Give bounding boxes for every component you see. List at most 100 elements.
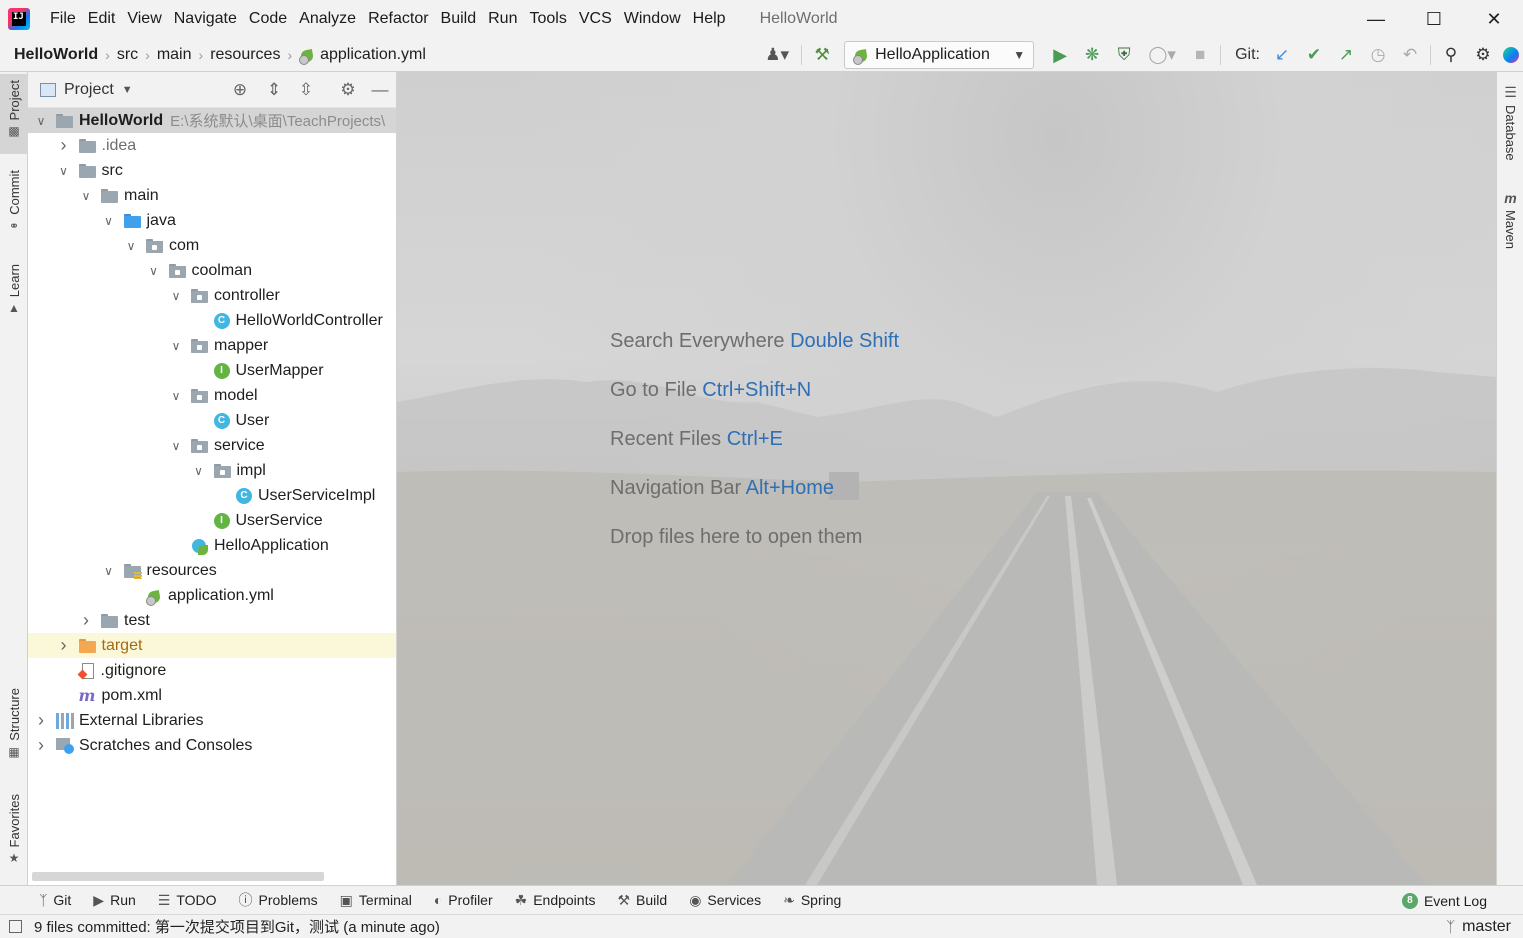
chevron-right-icon[interactable]: › <box>34 735 48 756</box>
chevron-down-icon[interactable]: ∨ <box>192 464 206 478</box>
breadcrumb-src[interactable]: src <box>117 46 138 64</box>
run-with-coverage-icon[interactable]: ⛨ <box>1108 41 1140 69</box>
bottom-tab-run[interactable]: ▶ Run <box>82 886 146 915</box>
horizontal-scrollbar[interactable] <box>32 872 324 881</box>
tree-item[interactable]: ›CHelloWorldController <box>28 308 396 333</box>
tree-item[interactable]: ›mpom.xml <box>28 683 396 708</box>
chevron-down-icon[interactable]: ∨ <box>169 289 183 303</box>
tree-item[interactable]: ∨ coolman <box>28 258 396 283</box>
git-update-icon[interactable]: ↙ <box>1266 41 1298 69</box>
maximize-button[interactable]: ☐ <box>1405 0 1463 38</box>
menu-analyze[interactable]: Analyze <box>293 10 362 28</box>
bottom-tab-endpoints[interactable]: ☘ Endpoints <box>504 886 607 915</box>
tree-item[interactable]: ∨ impl <box>28 458 396 483</box>
bottom-tab-problems[interactable]: ⓘ Problems <box>228 886 329 915</box>
tool-tab-favorites[interactable]: Favorites ★ <box>0 794 28 876</box>
hide-panel-minus-icon[interactable]: — <box>366 72 394 108</box>
git-branch-widget[interactable]: ᛉ master <box>1446 915 1511 938</box>
chevron-right-icon[interactable]: › <box>79 610 93 631</box>
menu-window[interactable]: Window <box>618 10 687 28</box>
bottom-tab-todo[interactable]: ☰ TODO <box>147 886 228 915</box>
tree-item[interactable]: ∨ src <box>28 158 396 183</box>
git-commit-check-icon[interactable]: ✔ <box>1298 41 1330 69</box>
chevron-down-icon[interactable]: ∨ <box>34 114 48 128</box>
menu-vcs[interactable]: VCS <box>573 10 618 28</box>
tree-item[interactable]: ∨ service <box>28 433 396 458</box>
tree-item[interactable]: ›.gitignore <box>28 658 396 683</box>
options-gear-icon[interactable]: ⚙ <box>334 72 362 108</box>
git-history-clock-icon[interactable]: ◷ <box>1362 41 1394 69</box>
breadcrumb-main[interactable]: main <box>157 46 192 64</box>
git-rollback-icon[interactable]: ↶ <box>1394 41 1426 69</box>
menu-refactor[interactable]: Refactor <box>362 10 434 28</box>
chevron-right-icon[interactable]: › <box>57 635 71 656</box>
tool-tab-learn[interactable]: Learn ▲ <box>0 264 28 324</box>
menu-run[interactable]: Run <box>482 10 523 28</box>
menu-edit[interactable]: Edit <box>82 10 122 28</box>
chevron-down-icon[interactable]: ∨ <box>57 164 71 178</box>
chevron-right-icon[interactable]: › <box>34 710 48 731</box>
project-view-selector[interactable]: Project <box>64 81 114 99</box>
expand-all-icon[interactable]: ⇕ <box>260 72 288 108</box>
chevron-down-icon[interactable]: ▼ <box>122 84 133 96</box>
toggle-tool-windows-icon[interactable] <box>9 920 22 933</box>
locate-file-crosshair-icon[interactable]: ⊕ <box>226 72 254 108</box>
bottom-tab-git[interactable]: ᛉ Git <box>28 886 82 915</box>
chevron-down-icon[interactable]: ∨ <box>169 389 183 403</box>
build-hammer-icon[interactable]: ⚒ <box>806 41 838 69</box>
chevron-down-icon[interactable]: ∨ <box>102 564 116 578</box>
tree-item[interactable]: ∨ model <box>28 383 396 408</box>
chevron-right-icon[interactable]: › <box>57 135 71 156</box>
menu-help[interactable]: Help <box>687 10 732 28</box>
tree-item[interactable]: ›HelloApplication <box>28 533 396 558</box>
tree-item[interactable]: › .idea <box>28 133 396 158</box>
tree-item[interactable]: › test <box>28 608 396 633</box>
run-icon[interactable]: ▶ <box>1044 41 1076 69</box>
breadcrumb-project[interactable]: HelloWorld <box>14 46 98 64</box>
tree-item[interactable]: › target <box>28 633 396 658</box>
minimize-button[interactable]: — <box>1347 0 1405 38</box>
status-message[interactable]: 9 files committed: 第一次提交项目到Git，测试 (a min… <box>34 916 440 937</box>
menu-view[interactable]: View <box>121 10 167 28</box>
tool-tab-structure[interactable]: Structure ▦ <box>0 688 28 770</box>
tree-item[interactable]: › Scratches and Consoles <box>28 733 396 758</box>
breadcrumb-file[interactable]: application.yml <box>320 46 426 64</box>
chevron-down-icon[interactable]: ∨ <box>169 439 183 453</box>
tool-tab-project[interactable]: Project ▩ <box>0 74 28 154</box>
chevron-down-icon[interactable]: ∨ <box>102 214 116 228</box>
bottom-tab-build[interactable]: ⚒ Build <box>606 886 678 915</box>
chevron-down-icon[interactable]: ∨ <box>169 339 183 353</box>
chevron-down-icon[interactable]: ∨ <box>124 239 138 253</box>
tree-item[interactable]: ∨ mapper <box>28 333 396 358</box>
search-icon[interactable]: ⚲ <box>1435 41 1467 69</box>
tree-item[interactable]: ∨ main <box>28 183 396 208</box>
menu-tools[interactable]: Tools <box>523 10 572 28</box>
bottom-tab-terminal[interactable]: ▣ Terminal <box>329 886 423 915</box>
git-push-icon[interactable]: ↗ <box>1330 41 1362 69</box>
bottom-tab-services[interactable]: ◉ Services <box>678 886 772 915</box>
tree-item[interactable]: ›CUser <box>28 408 396 433</box>
tree-item[interactable]: ∨ com <box>28 233 396 258</box>
menu-code[interactable]: Code <box>243 10 293 28</box>
settings-gear-icon[interactable]: ⚙ <box>1467 41 1499 69</box>
close-button[interactable]: ✕ <box>1465 0 1523 38</box>
collapse-all-icon[interactable]: ⇳ <box>292 72 320 108</box>
tree-item[interactable]: ›CUserServiceImpl <box>28 483 396 508</box>
run-configuration-dropdown[interactable]: HelloApplication ▼ <box>844 41 1035 69</box>
tree-item[interactable]: ∨ resources <box>28 558 396 583</box>
tool-tab-maven[interactable]: m Maven <box>1497 190 1523 260</box>
editor-empty-area[interactable]: Search Everywhere Double Shift Go to File… <box>397 72 1496 885</box>
debug-bug-icon[interactable]: ❋ <box>1076 41 1108 69</box>
tree-item[interactable]: ›IUserMapper <box>28 358 396 383</box>
tree-item[interactable]: ∨ controller <box>28 283 396 308</box>
menu-navigate[interactable]: Navigate <box>168 10 243 28</box>
tool-tab-commit[interactable]: Commit ⚭ <box>0 170 28 244</box>
code-with-me-icon[interactable] <box>1499 41 1523 69</box>
profile-icon[interactable]: ◯▾ <box>1140 41 1184 69</box>
menu-file[interactable]: File <box>44 10 82 28</box>
user-account-icon[interactable]: ♟▾ <box>757 41 797 69</box>
tree-item[interactable]: › External Libraries <box>28 708 396 733</box>
tree-item[interactable]: ›application.yml <box>28 583 396 608</box>
bottom-tab-profiler[interactable]: ◐ Profiler <box>423 886 504 915</box>
tree-item[interactable]: ∨ java <box>28 208 396 233</box>
